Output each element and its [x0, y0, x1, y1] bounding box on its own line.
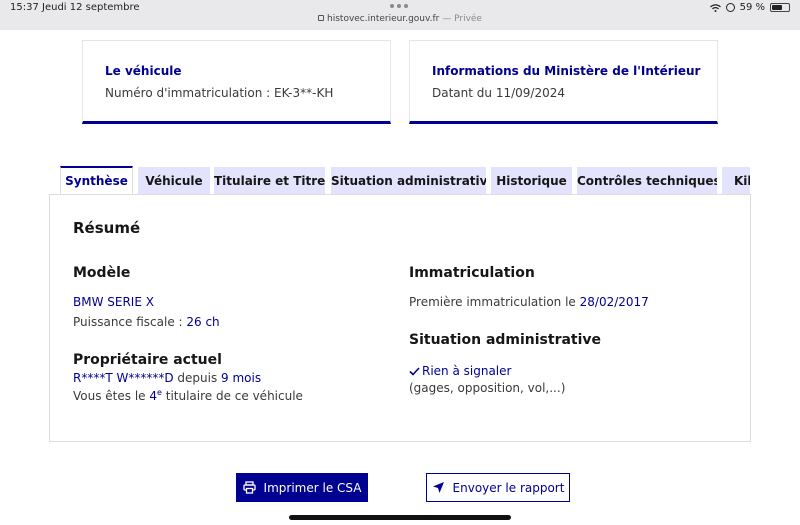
home-indicator[interactable]	[289, 515, 511, 520]
owner-since-label: depuis	[173, 371, 222, 385]
address-bar[interactable]: histovec.interieur.gouv.fr — Privée	[0, 14, 800, 24]
send-report-label: Envoyer le rapport	[452, 480, 565, 495]
rotation-lock-icon	[725, 3, 735, 12]
registration-heading: Immatriculation	[409, 265, 535, 281]
admin-details: (gages, opposition, vol,...)	[409, 381, 566, 395]
admin-status-text: Rien à signaler	[422, 364, 512, 378]
tab-kilometrage[interactable]: Kilométrage	[722, 167, 750, 195]
wifi-icon	[709, 3, 721, 12]
owner-rank: Vous êtes le 4e titulaire de ce véhicule	[73, 388, 303, 403]
registration-number: Numéro d'immatriculation : EK-3**-KH	[105, 86, 334, 100]
fiscal-power-label: Puissance fiscale :	[73, 315, 187, 329]
url-text: histovec.interieur.gouv.fr	[327, 14, 440, 24]
status-indicators: 59 %	[709, 2, 790, 13]
tab-bar: Synthèse Véhicule Titulaire et Titre Sit…	[60, 166, 750, 195]
fiscal-power-value: 26 ch	[186, 315, 220, 329]
lock-icon	[318, 15, 325, 21]
send-report-button[interactable]: Envoyer le rapport	[426, 473, 570, 502]
fiscal-power: Puissance fiscale : 26 ch	[73, 315, 220, 329]
model-heading: Modèle	[73, 265, 131, 281]
owner-line: R****T W******D depuis 9 mois	[73, 371, 261, 385]
battery-icon	[770, 3, 790, 12]
rank-rest: titulaire de ce véhicule	[161, 389, 303, 403]
status-date: Jeudi 12 septembre	[42, 2, 140, 13]
more-dots-icon[interactable]	[390, 4, 410, 8]
battery-percent: 59 %	[739, 2, 765, 13]
admin-status: Rien à signaler	[409, 364, 511, 378]
private-label: — Privée	[442, 14, 482, 24]
owner-since-value: 9 mois	[221, 371, 262, 385]
vehicle-card-title: Le véhicule	[105, 64, 182, 78]
browser-status-bar: 15:37 Jeudi 12 septembre histovec.interi…	[0, 0, 800, 30]
print-csa-label: Imprimer le CSA	[263, 480, 362, 495]
tab-vehicule[interactable]: Véhicule	[138, 167, 210, 195]
vehicle-card: Le véhicule Numéro d'immatriculation : E…	[82, 40, 391, 124]
first-registration-date: 28/02/2017	[579, 295, 649, 309]
rank-prefix: Vous êtes le	[73, 389, 150, 403]
printer-icon	[242, 481, 256, 494]
admin-heading: Situation administrative	[409, 332, 602, 348]
status-time: 15:37	[10, 2, 39, 13]
rank-value: 4	[149, 389, 157, 403]
ministry-card: Informations du Ministère de l'Intérieur…	[409, 40, 718, 124]
check-icon	[409, 367, 420, 376]
first-registration-label: Première immatriculation le	[409, 295, 580, 309]
tab-historique[interactable]: Historique	[491, 167, 572, 195]
tab-situation[interactable]: Situation administrative	[331, 167, 486, 195]
tab-controles[interactable]: Contrôles techniques	[577, 167, 717, 195]
print-csa-button[interactable]: Imprimer le CSA	[236, 473, 368, 502]
owner-heading: Propriétaire actuel	[73, 352, 222, 368]
summary-title: Résumé	[73, 219, 141, 237]
tab-synthese[interactable]: Synthèse	[60, 166, 133, 195]
tab-titulaire[interactable]: Titulaire et Titre	[214, 167, 325, 195]
first-registration: Première immatriculation le 28/02/2017	[409, 295, 649, 309]
ministry-date: Datant du 11/09/2024	[432, 86, 565, 100]
model-name: BMW SERIE X	[73, 295, 154, 309]
ministry-card-title: Informations du Ministère de l'Intérieur	[432, 64, 701, 78]
send-icon	[432, 482, 444, 493]
owner-name: R****T W******D	[73, 371, 174, 385]
summary-panel: Résumé Modèle BMW SERIE X Puissance fisc…	[49, 194, 751, 442]
